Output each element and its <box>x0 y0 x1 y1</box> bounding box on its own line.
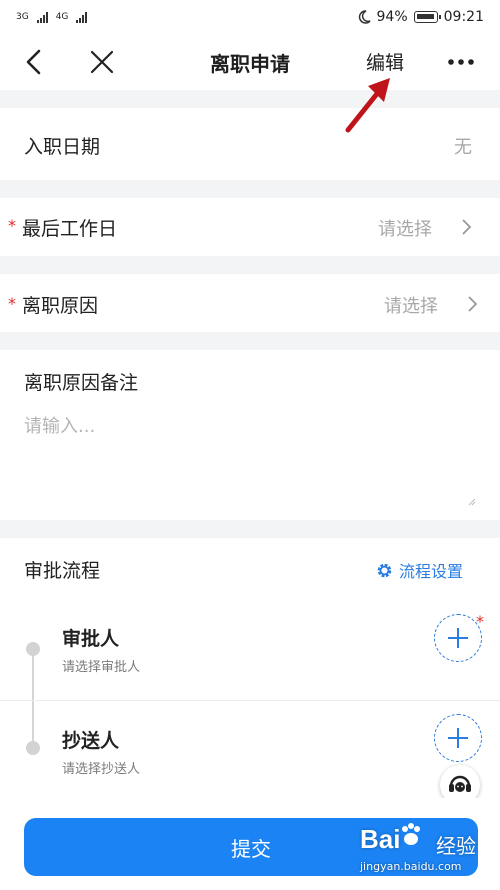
flow-settings-label: 流程设置 <box>399 562 464 581</box>
status-right: 94% 09:21 <box>357 9 484 25</box>
add-cc-button[interactable] <box>434 714 482 762</box>
approver-required-mark: * <box>476 612 484 631</box>
approval-title: 审批流程 <box>24 560 101 582</box>
watermark-brand2: 经验 <box>436 834 476 858</box>
last-work-day-value: 请选择 <box>378 219 432 240</box>
reason-row[interactable]: * 离职原因 请选择 <box>0 274 500 332</box>
annotation-arrow-icon <box>345 78 390 133</box>
approver-hint: 请选择审批人 <box>62 660 141 675</box>
reason-label: 离职原因 <box>22 295 99 317</box>
sim2-label: 4G <box>55 12 69 22</box>
more-icon[interactable] <box>444 50 478 74</box>
signal-icon <box>36 11 48 23</box>
approver-title: 审批人 <box>62 628 120 650</box>
sim1-label: 3G <box>16 12 29 22</box>
battery-icon <box>413 11 441 23</box>
entry-date-value: 无 <box>454 137 472 158</box>
entry-date-row: 入职日期 无 <box>0 108 500 180</box>
required-mark: * <box>8 216 16 235</box>
last-work-day-label: 最后工作日 <box>22 218 118 240</box>
timeline-line <box>32 648 34 748</box>
resize-handle-icon[interactable] <box>466 496 476 506</box>
plus-icon <box>448 728 468 748</box>
entry-date-label: 入职日期 <box>24 136 101 158</box>
signal-icon-2 <box>76 11 88 23</box>
clock: 09:21 <box>443 9 484 25</box>
flow-settings-link[interactable]: 流程设置 <box>376 558 463 582</box>
last-work-day-row[interactable]: * 最后工作日 请选择 <box>0 198 500 256</box>
chevron-right-icon <box>468 296 478 312</box>
watermark: Bai 经验 jingyan.baidu.com <box>332 820 492 882</box>
page-title: 离职申请 <box>210 52 290 76</box>
watermark-url: jingyan.baidu.com <box>360 860 462 873</box>
customer-service-icon <box>449 775 471 792</box>
signal-group: 3G 4G <box>16 11 88 23</box>
gear-icon <box>377 563 392 577</box>
moon-icon <box>358 10 371 24</box>
timeline-dot <box>26 741 40 755</box>
divider <box>0 700 500 701</box>
remark-section: 离职原因备注 请输入... <box>0 350 500 520</box>
plus-icon <box>448 628 468 648</box>
remark-label: 离职原因备注 <box>24 372 139 394</box>
nav-bar: 离职申请 编辑 <box>0 34 500 90</box>
add-approver-button[interactable] <box>434 614 482 662</box>
cc-title: 抄送人 <box>62 730 120 752</box>
watermark-brand: Bai <box>360 824 401 854</box>
edit-button[interactable]: 编辑 <box>366 48 404 75</box>
required-mark: * <box>8 294 16 313</box>
remark-input[interactable]: 请输入... <box>24 412 95 438</box>
timeline-dot <box>26 642 40 656</box>
paw-logo-icon <box>402 823 420 845</box>
reason-value: 请选择 <box>384 296 438 317</box>
status-bar: 3G 4G 94% 09:21 <box>0 0 500 34</box>
cc-hint: 请选择抄送人 <box>62 762 141 777</box>
battery-percent: 94% <box>376 9 408 25</box>
chevron-right-icon <box>462 219 472 235</box>
